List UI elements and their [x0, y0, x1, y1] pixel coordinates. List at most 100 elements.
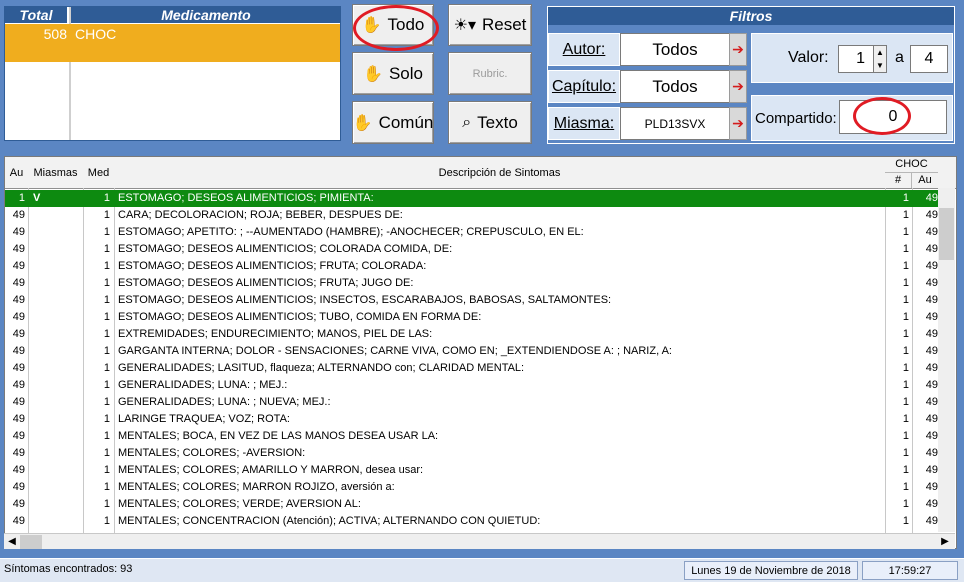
descripcion-cell: MENTALES; COLORES; VERDE; AVERSION AL:	[118, 498, 361, 510]
table-row[interactable]: 49 1 ESTOMAGO; DESEOS ALIMENTICIOS; TUBO, …	[5, 309, 940, 326]
table-row[interactable]: 49 1 MENTALES; CONCENTRACION (Atención); A…	[5, 513, 940, 530]
reset-button-label: Reset	[481, 15, 527, 34]
choc-header-label: CHOC	[885, 157, 938, 173]
miasmas-cell	[33, 275, 81, 292]
choc-au-cell: 49	[925, 362, 938, 374]
scroll-thumb[interactable]	[939, 208, 954, 260]
table-row[interactable]: 49 1 MENTALES; COLORES; MARRON ROJIZO, ave…	[5, 479, 940, 496]
table-row[interactable]: 49 1 MENTALES; COLORES; AMARILLO Y MARRON,…	[5, 462, 940, 479]
valor-from-input[interactable]: 1	[838, 45, 874, 73]
choc-au-cell: 49	[925, 413, 938, 425]
table-row[interactable]: 49 1 MENTALES; COLORES; -AVERSION: 1 49	[5, 445, 940, 462]
symptoms-table[interactable]: Au Miasmas Med Descripción de Sintomas C…	[4, 156, 957, 549]
miasmas-cell	[33, 377, 81, 394]
choc-num-header: #	[885, 173, 912, 188]
table-row[interactable]: 49 1 GENERALIDADES; LUNA: ; MEJ.: 1 49	[5, 377, 940, 394]
au-cell: 49	[12, 498, 25, 510]
horizontal-scrollbar[interactable]: ◀ ▶	[4, 533, 955, 549]
med-cell: 1	[103, 464, 110, 476]
med-cell: 1	[103, 379, 110, 391]
miasmas-cell	[33, 309, 81, 326]
table-row[interactable]: 49 1 LARINGE TRAQUEA; VOZ; ROTA: 1 49	[5, 411, 940, 428]
red-circle-annotation	[853, 97, 911, 135]
vertical-scrollbar[interactable]	[938, 188, 955, 532]
scroll-thumb[interactable]	[20, 535, 42, 549]
choc-num-cell: 1	[902, 464, 909, 476]
med-cell: 1	[103, 515, 110, 527]
miasma-arrow-icon[interactable]: ➔	[729, 107, 747, 140]
au-column-header[interactable]: Au	[5, 157, 29, 189]
choc-num-cell: 1	[902, 226, 909, 238]
table-row[interactable]: 49 1 CARA; DECOLORACION; ROJA; BEBER, DESP…	[5, 207, 940, 224]
choc-au-cell: 49	[925, 277, 938, 289]
capitulo-arrow-icon[interactable]: ➔	[729, 70, 747, 103]
table-row[interactable]: 49 1 ESTOMAGO; DESEOS ALIMENTICIOS; INSECT…	[5, 292, 940, 309]
miasmas-cell	[33, 462, 81, 479]
solo-button-label: Solo	[388, 63, 423, 83]
miasma-label: Miasma:	[548, 107, 620, 140]
med-cell: 1	[103, 430, 110, 442]
reset-button[interactable]: ☀▾ Reset	[448, 4, 532, 46]
medication-row[interactable]: 508 CHOC	[5, 24, 340, 62]
choc-column-header[interactable]: CHOC # Au	[885, 157, 939, 189]
valor-spinner[interactable]: ▲ ▼	[873, 45, 887, 73]
au-cell: 49	[12, 481, 25, 493]
solo-button[interactable]: ✋ Solo	[352, 52, 434, 95]
miasmas-cell	[33, 326, 81, 343]
choc-num-cell: 1	[902, 277, 909, 289]
table-row[interactable]: 1 V 1 ESTOMAGO; DESEOS ALIMENTICIOS; PIMIEN…	[5, 190, 940, 207]
valor-to-input[interactable]: 4	[910, 45, 948, 73]
autor-arrow-icon[interactable]: ➔	[729, 33, 747, 66]
au-cell: 49	[12, 226, 25, 238]
comun-button[interactable]: ✋ Común	[352, 101, 434, 144]
med-cell: 1	[103, 277, 110, 289]
table-row[interactable]: 49 1 ESTOMAGO; APETITO: ; --AUMENTADO (HAM…	[5, 224, 940, 241]
table-row[interactable]: 49 1 MENTALES; BOCA, EN VEZ DE LAS MANOS D…	[5, 428, 940, 445]
medication-name: CHOC	[75, 26, 117, 42]
rubric-button[interactable]: Rubric.	[448, 52, 532, 95]
table-row[interactable]: 49 1 GENERALIDADES; LASITUD, flaqueza; ALT…	[5, 360, 940, 377]
au-cell: 49	[12, 260, 25, 272]
table-row[interactable]: 49 1 ESTOMAGO; DESEOS ALIMENTICIOS; COLORA…	[5, 241, 940, 258]
table-row[interactable]: 49 1 ESTOMAGO; DESEOS ALIMENTICIOS; FRUTA;…	[5, 258, 940, 275]
descripcion-cell: GARGANTA INTERNA; DOLOR - SENSACIONES; C…	[118, 345, 672, 357]
descripcion-cell: ESTOMAGO; DESEOS ALIMENTICIOS; TUBO, COM…	[118, 311, 482, 323]
table-row[interactable]: 49 1 MENTALES; COLORES; VERDE; AVERSION AL…	[5, 496, 940, 513]
status-time: 17:59:27	[862, 561, 958, 580]
medicamento-column-header: Medicamento	[71, 7, 341, 23]
descripcion-cell: EXTREMIDADES; ENDURECIMIENTO; MANOS, PIE…	[118, 328, 433, 340]
scroll-left-icon[interactable]: ◀	[6, 535, 18, 549]
choc-num-cell: 1	[902, 447, 909, 459]
descripcion-column-header[interactable]: Descripción de Sintomas	[114, 157, 886, 189]
descripcion-cell: ESTOMAGO; APETITO: ; --AUMENTADO (HAMBRE…	[118, 226, 584, 238]
med-cell: 1	[103, 481, 110, 493]
miasmas-cell: V	[33, 192, 41, 204]
miasmas-cell	[33, 207, 81, 224]
medication-list[interactable]: Total Medicamento 508 CHOC	[4, 6, 341, 141]
miasma-value[interactable]: PLD13SVX	[620, 107, 730, 140]
table-row[interactable]: 49 1 GARGANTA INTERNA; DOLOR - SENSACIONES…	[5, 343, 940, 360]
choc-au-cell: 49	[925, 192, 938, 204]
med-column-header[interactable]: Med	[83, 157, 115, 189]
table-row[interactable]: 49 1 EXTREMIDADES; ENDURECIMIENTO; MANOS, …	[5, 326, 940, 343]
table-row[interactable]: 49 1 GENERALIDADES; LUNA: ; NUEVA; MEJ.: 1 4…	[5, 394, 940, 411]
choc-au-cell: 49	[925, 260, 938, 272]
miasmas-cell	[33, 445, 81, 462]
texto-button[interactable]: ⌕ Texto	[448, 101, 532, 144]
miasmas-cell	[33, 360, 81, 377]
autor-value[interactable]: Todos	[620, 33, 730, 66]
miasmas-column-header[interactable]: Miasmas	[28, 157, 84, 189]
search-icon: ⌕	[462, 113, 472, 131]
descripcion-cell: ESTOMAGO; DESEOS ALIMENTICIOS; PIMIENTA:	[118, 192, 374, 204]
capitulo-value[interactable]: Todos	[620, 70, 730, 103]
descripcion-cell: ESTOMAGO; DESEOS ALIMENTICIOS; FRUTA; JU…	[118, 277, 414, 289]
choc-au-cell: 49	[925, 379, 938, 391]
valor-label: Valor:	[788, 49, 829, 66]
table-row[interactable]: 49 1 ESTOMAGO; DESEOS ALIMENTICIOS; FRUTA;…	[5, 275, 940, 292]
med-cell: 1	[103, 413, 110, 425]
medication-total: 508	[43, 26, 67, 42]
symptoms-found-count: Síntomas encontrados: 93	[4, 563, 133, 575]
med-cell: 1	[103, 294, 110, 306]
scroll-right-icon[interactable]: ▶	[939, 535, 951, 549]
descripcion-cell: MENTALES; CONCENTRACION (Atención); ACTI…	[118, 515, 541, 527]
